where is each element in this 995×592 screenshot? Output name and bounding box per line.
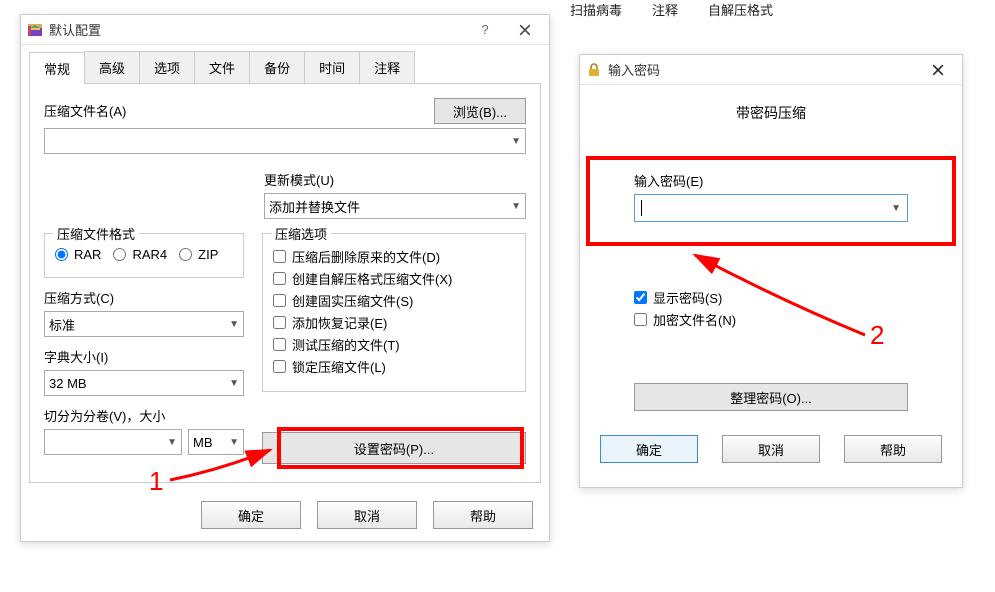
cancel-button[interactable]: 取消 xyxy=(317,501,417,529)
help-button[interactable]: ? xyxy=(465,16,505,44)
dict-label: 字典大小(I) xyxy=(44,347,244,366)
main-titlebar: 默认配置 ? xyxy=(21,15,549,45)
tab-backup[interactable]: 备份 xyxy=(249,51,305,83)
split-label: 切分为分卷(V)，大小 xyxy=(44,406,244,425)
pw-close-button[interactable] xyxy=(918,56,958,84)
tab-files[interactable]: 文件 xyxy=(194,51,250,83)
bg-toolbar-scan[interactable]: 扫描病毒 xyxy=(570,0,622,22)
main-title: 默认配置 xyxy=(49,20,101,39)
browse-button[interactable]: 浏览(B)... xyxy=(434,98,526,124)
tab-advanced[interactable]: 高级 xyxy=(84,51,140,83)
update-mode-select[interactable]: 添加并替换文件 ▼ xyxy=(264,193,526,219)
annotation-box-1 xyxy=(277,427,524,469)
archive-name-input[interactable]: ▼ xyxy=(44,128,526,154)
pw-cancel-button[interactable]: 取消 xyxy=(722,435,820,463)
format-zip[interactable]: ZIP xyxy=(179,247,218,262)
tabstrip: 常规 高级 选项 文件 备份 时间 注释 xyxy=(29,51,541,84)
pw-subtitle: 带密码压缩 xyxy=(600,103,942,123)
chevron-down-icon: ▼ xyxy=(229,378,239,389)
bg-toolbar-comment[interactable]: 注释 xyxy=(652,0,678,22)
help-button-footer[interactable]: 帮助 xyxy=(433,501,533,529)
annotation-arrow-1 xyxy=(160,440,280,490)
pw-help-button[interactable]: 帮助 xyxy=(844,435,942,463)
opt-delete-after[interactable]: 压缩后删除原来的文件(D) xyxy=(273,247,515,266)
manage-passwords-button[interactable]: 整理密码(O)... xyxy=(634,383,908,411)
chevron-down-icon: ▼ xyxy=(229,319,239,330)
format-rar4[interactable]: RAR4 xyxy=(113,247,167,262)
format-rar[interactable]: RAR xyxy=(55,247,101,262)
tab-options[interactable]: 选项 xyxy=(139,51,195,83)
bg-toolbar-sfx[interactable]: 自解压格式 xyxy=(708,0,773,22)
options-group: 压缩选项 压缩后删除原来的文件(D) 创建自解压格式压缩文件(X) 创建固实压缩… xyxy=(262,233,526,392)
pw-ok-button[interactable]: 确定 xyxy=(600,435,698,463)
pw-title: 输入密码 xyxy=(608,60,660,79)
general-panel: 压缩文件名(A) 浏览(B)... ▼ 更新模式(U) 添加并替换文件 ▼ 压缩… xyxy=(29,84,541,483)
dict-select[interactable]: 32 MB▼ xyxy=(44,370,244,396)
chevron-down-icon: ▼ xyxy=(511,136,521,147)
update-mode-label: 更新模式(U) xyxy=(264,170,526,189)
ok-button[interactable]: 确定 xyxy=(201,501,301,529)
pw-titlebar: 输入密码 xyxy=(580,55,962,85)
archive-name-label: 压缩文件名(A) xyxy=(44,101,424,120)
opt-test[interactable]: 测试压缩的文件(T) xyxy=(273,335,515,354)
chevron-down-icon: ▼ xyxy=(511,201,521,212)
opt-lock[interactable]: 锁定压缩文件(L) xyxy=(273,357,515,376)
close-button[interactable] xyxy=(505,16,545,44)
options-group-title: 压缩选项 xyxy=(271,224,331,243)
lock-icon xyxy=(586,62,602,78)
format-group-title: 压缩文件格式 xyxy=(53,224,139,243)
winrar-icon xyxy=(27,22,43,38)
tab-comment[interactable]: 注释 xyxy=(359,51,415,83)
opt-solid[interactable]: 创建固实压缩文件(S) xyxy=(273,291,515,310)
pw-footer: 确定 取消 帮助 xyxy=(600,435,942,463)
method-select[interactable]: 标准▼ xyxy=(44,311,244,337)
main-footer: 确定 取消 帮助 xyxy=(21,501,533,529)
opt-recovery[interactable]: 添加恢复记录(E) xyxy=(273,313,515,332)
annotation-arrow-2 xyxy=(680,240,880,350)
annotation-box-2 xyxy=(586,156,956,246)
method-label: 压缩方式(C) xyxy=(44,288,244,307)
opt-sfx[interactable]: 创建自解压格式压缩文件(X) xyxy=(273,269,515,288)
bg-toolbar: 扫描病毒 注释 自解压格式 xyxy=(570,0,995,22)
format-group: 压缩文件格式 RAR RAR4 ZIP xyxy=(44,233,244,278)
tab-time[interactable]: 时间 xyxy=(304,51,360,83)
tab-general[interactable]: 常规 xyxy=(29,52,85,84)
